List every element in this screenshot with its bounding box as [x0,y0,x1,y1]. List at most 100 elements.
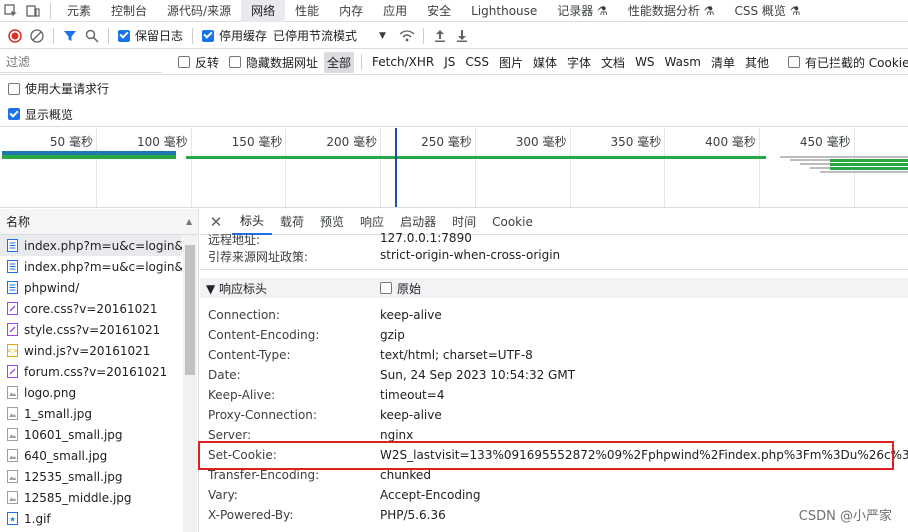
tab-0[interactable]: 元素 [57,0,101,22]
request-name: core.css?v=20161021 [24,301,158,316]
type-filter-button[interactable]: WS [632,53,657,71]
type-filter-button[interactable]: 图片 [496,52,526,73]
inspect-element-icon[interactable] [0,0,22,22]
section-title: ▼ 响应标头 [206,281,268,296]
filter-icon[interactable] [59,25,81,47]
filter-input[interactable] [0,51,162,73]
hide-data-urls-checkbox[interactable]: 隐藏数据网址 [229,54,318,71]
tab-2[interactable]: 源代码/来源 [157,0,241,22]
header-key: Connection: [208,308,280,322]
document-icon [6,281,18,294]
network-conditions-icon[interactable] [396,25,418,47]
image-icon [6,428,18,441]
checkbox-box[interactable] [8,108,20,120]
device-toolbar-icon[interactable] [22,0,44,22]
detail-tab[interactable]: 预览 [312,209,352,235]
request-row[interactable]: phpwind/ [0,277,182,298]
disable-cache-checkbox[interactable]: 停用缓存 [202,27,267,44]
request-row[interactable]: index.php?m=u&c=login&... [0,256,182,277]
checkbox-box[interactable] [787,56,800,68]
type-filter-button[interactable]: 全部 [324,51,355,73]
request-name: index.php?m=u&c=login&... [24,259,182,274]
filter-divider [361,54,363,70]
timeline-overview[interactable]: 50 毫秒 100 毫秒 150 毫秒 200 毫秒 250 毫秒 300 毫秒 350 毫… [0,128,908,208]
request-row[interactable]: 12585_middle.jpg [0,487,182,508]
tab-3[interactable]: 网络 [241,0,286,22]
detail-tab[interactable]: 载荷 [272,209,312,235]
request-row[interactable]: logo.png [0,382,182,403]
request-row[interactable]: ★ 1.gif [0,508,182,529]
request-detail: ✕ 标头 载荷 预览 响应 启动器 时间 Cookie 远程地址: 127.0.0.1:78… [200,209,908,532]
detail-tab[interactable]: Cookie [484,209,541,235]
preserve-log-checkbox[interactable]: 保留日志 [118,27,183,44]
tab-5[interactable]: 内存 [329,0,373,22]
type-filter-button[interactable]: 字体 [564,52,594,73]
show-overview-checkbox[interactable]: 显示概览 [8,106,73,123]
chevron-down-icon: ▼ [379,30,386,41]
image-icon [6,449,18,462]
image-icon [6,491,18,504]
stylesheet-icon [6,323,18,336]
large-rows-checkbox[interactable]: 使用大量请求行 [8,80,109,97]
document-icon [6,239,18,252]
type-filter-button[interactable]: CSS [462,53,492,71]
throttling-select[interactable]: 已停用节流模式 ▼ [273,27,386,44]
download-icon[interactable] [451,25,473,47]
tick-line [190,128,192,207]
name-column-label: 名称 [6,215,31,229]
request-row[interactable]: 1_small.jpg [0,403,182,424]
close-icon[interactable]: ✕ [200,213,232,231]
request-name: logo.png [24,385,77,400]
tab-1[interactable]: 控制台 [101,0,157,22]
preserve-log-label: 保留日志 [135,29,184,43]
invert-checkbox[interactable]: 反转 [178,54,219,71]
script-icon: <> [6,344,18,357]
record-stop-icon[interactable] [4,25,26,47]
tab-8[interactable]: Lighthouse [461,0,547,22]
upload-icon[interactable] [429,25,451,47]
response-headers-section[interactable]: ▼ 响应标头 原始 [200,278,908,298]
clear-icon[interactable] [26,25,48,47]
header-key: Proxy-Connection: [208,408,317,422]
scrollbar-thumb[interactable] [185,245,195,375]
checkbox-box[interactable] [178,56,190,68]
type-filter-button[interactable]: 文档 [598,52,628,73]
watermark: CSDN @小严家 [798,509,892,524]
type-filter-button[interactable]: 其他 [742,52,772,73]
type-filter-button[interactable]: JS [441,53,458,71]
request-row[interactable]: 12535_small.jpg [0,466,182,487]
header-value: keep-alive [380,408,442,422]
overview-bar [830,163,908,166]
scroll-up-icon[interactable]: ▲ [186,217,192,226]
search-icon[interactable] [81,25,103,47]
request-row[interactable]: index.php?m=u&c=login&... [0,235,182,256]
type-filter-button[interactable]: Wasm [662,53,704,71]
request-row[interactable]: <> wind.js?v=20161021 [0,340,182,361]
request-row[interactable]: style.css?v=20161021 [0,319,182,340]
checkbox-box[interactable] [202,29,215,42]
request-row[interactable]: 10601_small.jpg [0,424,182,445]
tab-10[interactable]: 性能数据分析 ⚗ [618,0,725,22]
document-icon [6,260,18,273]
request-row[interactable]: forum.css?v=20161021 [0,361,182,382]
tab-11[interactable]: CSS 概览 ⚗ [724,0,810,22]
svg-text:★: ★ [9,516,15,524]
type-filter-button[interactable]: 清单 [708,52,738,73]
checkbox-box[interactable] [118,29,130,42]
raw-checkbox[interactable]: 原始 [380,280,421,297]
request-list-scrollbar[interactable] [183,235,197,532]
tab-4[interactable]: 性能 [285,0,329,22]
request-name: phpwind/ [24,280,80,295]
blocked-cookies-checkbox[interactable]: 有已拦截的 Cookie [787,54,908,71]
tab-9[interactable]: 记录器 ⚗ [547,0,618,22]
request-row[interactable]: 640_small.jpg [0,445,182,466]
name-column-header[interactable]: 名称 ▲ [0,209,198,235]
type-filter-button[interactable]: Fetch/XHR [369,53,437,71]
type-filter-button[interactable]: 媒体 [530,52,560,73]
checkbox-box[interactable] [8,82,20,95]
checkbox-box[interactable] [380,282,392,294]
tab-6[interactable]: 应用 [373,0,417,22]
tab-7[interactable]: 安全 [417,0,461,22]
checkbox-box[interactable] [229,56,242,68]
request-row[interactable]: core.css?v=20161021 [0,298,182,319]
